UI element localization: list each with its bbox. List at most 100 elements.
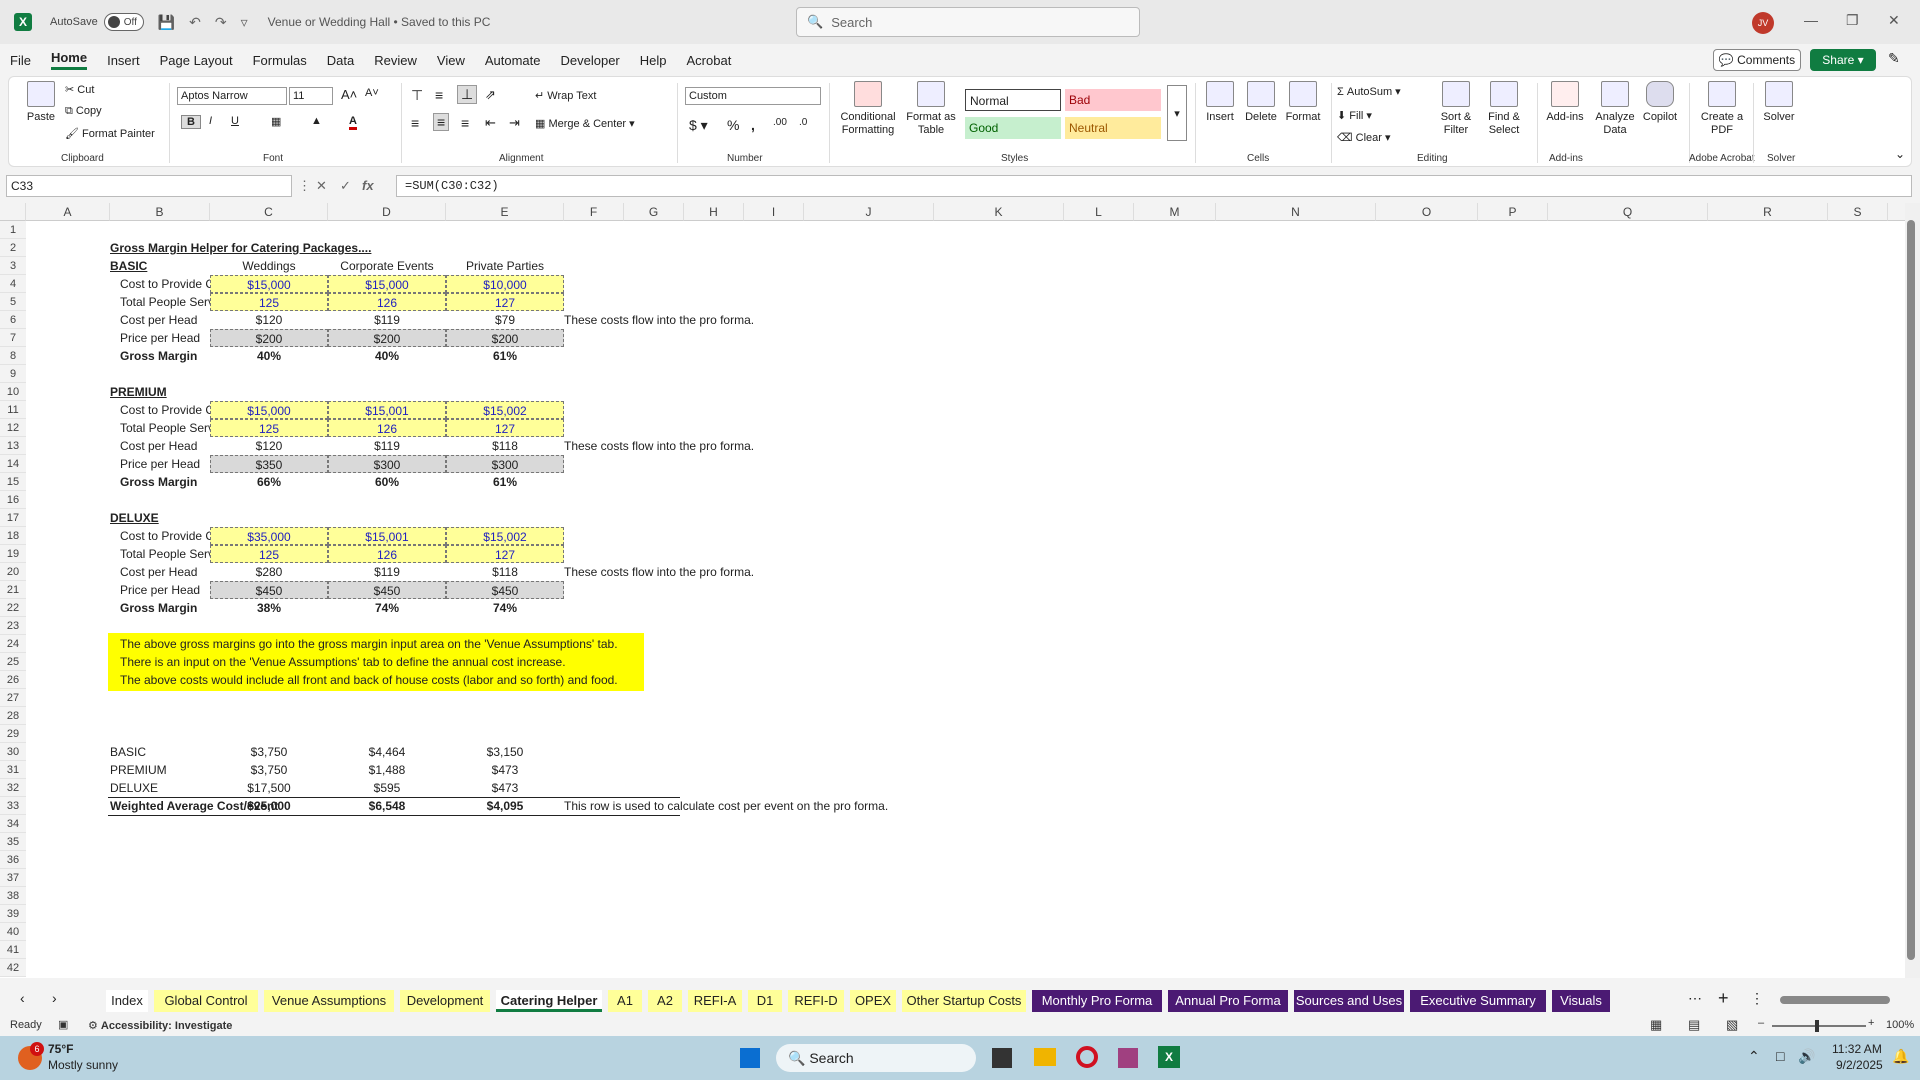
row-label[interactable]: Total People Served (110, 293, 227, 311)
fill-button[interactable]: ⬇ Fill ▾ (1337, 109, 1372, 122)
row-header[interactable]: 29 (0, 725, 26, 743)
column-label[interactable]: Weddings (210, 257, 328, 275)
row-header[interactable]: 18 (0, 527, 26, 545)
row-header[interactable]: 35 (0, 833, 26, 851)
row-header[interactable]: 27 (0, 689, 26, 707)
style-good[interactable]: Good (965, 117, 1061, 139)
add-sheet-icon[interactable]: + (1718, 988, 1729, 1009)
column-header-r[interactable]: R (1708, 203, 1828, 221)
row-label[interactable]: Price per Head (110, 455, 210, 473)
value-cell[interactable]: $350 (210, 455, 328, 473)
sheet-title[interactable]: Gross Margin Helper for Catering Package… (110, 239, 510, 257)
column-header-c[interactable]: C (210, 203, 328, 221)
search-input[interactable]: 🔍 Search (796, 7, 1140, 37)
macro-icon[interactable]: ▣ (58, 1018, 68, 1031)
value-cell[interactable]: 126 (328, 545, 446, 563)
row-header[interactable]: 28 (0, 707, 26, 725)
menu-data[interactable]: Data (327, 53, 354, 68)
row-header[interactable]: 23 (0, 617, 26, 635)
column-header-g[interactable]: G (624, 203, 684, 221)
value-cell[interactable]: $15,000 (210, 275, 328, 293)
paste-button[interactable]: Paste (21, 81, 61, 124)
borders-icon[interactable]: ▦ (271, 115, 281, 128)
menu-insert[interactable]: Insert (107, 53, 140, 68)
value-cell[interactable]: 40% (328, 347, 446, 365)
value-cell[interactable]: $15,001 (328, 401, 446, 419)
sheet-tab-catering-helper[interactable]: Catering Helper (496, 990, 602, 1012)
decrease-indent-icon[interactable]: ⇤ (485, 115, 496, 131)
row-label[interactable]: Total People Served (110, 419, 227, 437)
formula-input[interactable]: =SUM(C30:C32) (396, 175, 1912, 197)
cut-button[interactable]: ✂ Cut (65, 83, 94, 96)
column-header-k[interactable]: K (934, 203, 1064, 221)
row-header[interactable]: 19 (0, 545, 26, 563)
column-header-t[interactable]: T (1888, 203, 1905, 221)
row-header[interactable]: 24 (0, 635, 26, 653)
sheet-tab-monthly-pro-forma[interactable]: Monthly Pro Forma (1032, 990, 1162, 1012)
summary-label[interactable]: Weighted Average Cost/event (110, 797, 278, 815)
flow-note[interactable]: These costs flow into the pro forma. (564, 311, 824, 329)
sheet-tab-sources-and-uses[interactable]: Sources and Uses (1294, 990, 1404, 1012)
snipping-tool-icon[interactable] (1118, 1048, 1138, 1068)
row-header[interactable]: 37 (0, 869, 26, 887)
column-header-s[interactable]: S (1828, 203, 1888, 221)
create-pdf-button[interactable]: Create a PDF (1695, 81, 1749, 137)
sheet-tab-annual-pro-forma[interactable]: Annual Pro Forma (1168, 990, 1288, 1012)
row-label[interactable]: Gross Margin (110, 599, 210, 617)
row-header[interactable]: 42 (0, 959, 26, 977)
value-cell[interactable]: 61% (446, 473, 564, 491)
more-sheets-icon[interactable]: ⋯ (1688, 990, 1702, 1007)
value-cell[interactable]: $119 (328, 437, 446, 455)
top-align-icon[interactable]: ⊤ (411, 87, 423, 104)
notifications-icon[interactable]: 🔔 (1892, 1048, 1909, 1065)
comments-button[interactable]: 💬 Comments (1713, 49, 1801, 71)
value-cell[interactable]: 125 (210, 419, 328, 437)
horizontal-scroll-thumb[interactable] (1780, 996, 1890, 1004)
note-line[interactable]: The above costs would include all front … (110, 671, 630, 689)
column-header-e[interactable]: E (446, 203, 564, 221)
style-normal[interactable]: Normal (965, 89, 1061, 111)
sheet-tab-index[interactable]: Index (106, 990, 148, 1012)
row-label[interactable]: Price per Head (110, 581, 210, 599)
fill-color-icon[interactable]: ▲ (311, 115, 322, 127)
value-cell[interactable]: 127 (446, 419, 564, 437)
styles-more-icon[interactable]: ▾ (1167, 85, 1187, 141)
row-header[interactable]: 26 (0, 671, 26, 689)
find-select-button[interactable]: Find & Select (1481, 81, 1527, 137)
column-header-f[interactable]: F (564, 203, 624, 221)
summary-value[interactable]: $17,500 (210, 779, 328, 797)
copilot-button[interactable]: Copilot (1639, 81, 1681, 124)
value-cell[interactable]: $200 (328, 329, 446, 347)
bottom-align-icon[interactable]: ⊥ (457, 85, 478, 104)
value-cell[interactable]: $10,000 (446, 275, 564, 293)
vertical-scroll-thumb[interactable] (1907, 220, 1915, 960)
row-label[interactable]: Cost to Provide Catering/event (110, 401, 283, 419)
next-sheet-icon[interactable]: › (52, 990, 57, 1006)
summary-value[interactable]: $473 (446, 779, 564, 797)
solver-button[interactable]: Solver (1759, 81, 1799, 124)
document-title[interactable]: Venue or Wedding Hall • Saved to this PC (268, 15, 491, 29)
currency-icon[interactable]: $ ▾ (689, 117, 708, 134)
decrease-font-icon[interactable]: A˅ (365, 87, 379, 99)
menu-page-layout[interactable]: Page Layout (160, 53, 233, 68)
value-cell[interactable]: 74% (328, 599, 446, 617)
summary-label[interactable]: DELUXE (110, 779, 210, 797)
row-label[interactable]: Gross Margin (110, 347, 210, 365)
row-header[interactable]: 22 (0, 599, 26, 617)
value-cell[interactable]: $280 (210, 563, 328, 581)
font-size-select[interactable]: 11 (289, 87, 333, 105)
merge-center-button[interactable]: ▦ Merge & Center ▾ (535, 117, 635, 130)
name-box[interactable]: C33 (6, 175, 292, 197)
format-painter-button[interactable]: 🖌 Format Painter (65, 127, 155, 140)
sheet-tab-visuals[interactable]: Visuals (1552, 990, 1610, 1012)
value-cell[interactable]: $300 (446, 455, 564, 473)
increase-font-icon[interactable]: A˄ (341, 87, 357, 102)
note-line[interactable]: The above gross margins go into the gros… (110, 635, 630, 653)
row-header[interactable]: 20 (0, 563, 26, 581)
summary-value[interactable]: $4,464 (328, 743, 446, 761)
column-header-i[interactable]: I (744, 203, 804, 221)
orientation-icon[interactable]: ⇗ (485, 87, 496, 103)
value-cell[interactable]: $120 (210, 437, 328, 455)
value-cell[interactable]: 66% (210, 473, 328, 491)
decrease-decimal-icon[interactable]: .0 (799, 117, 807, 128)
